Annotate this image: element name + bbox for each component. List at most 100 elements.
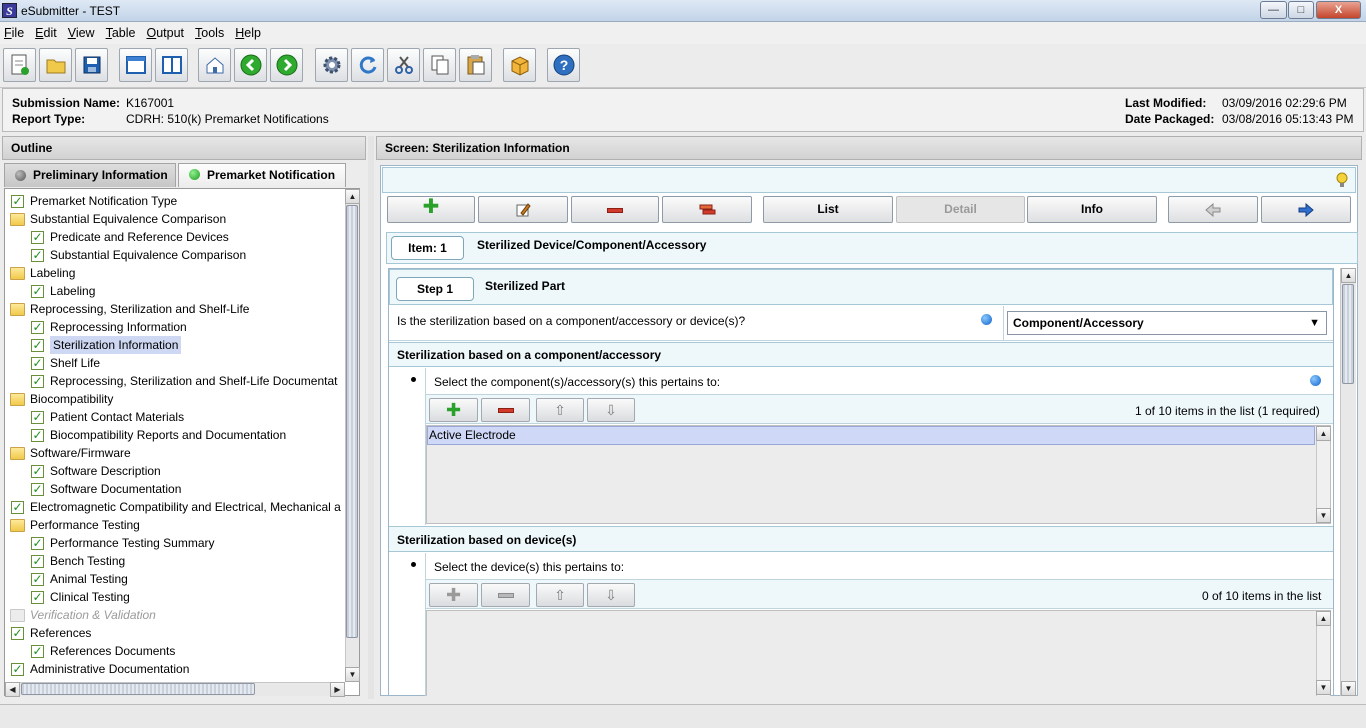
home-icon[interactable] [198,48,231,82]
scroll-up-arrow-icon[interactable]: ▲ [1316,426,1331,441]
scroll-right-arrow-icon[interactable]: ▶ [330,682,345,697]
tree-item[interactable]: ✓ Software Description [30,462,161,480]
move-down-button[interactable]: ⇩ [587,398,635,422]
package-box-icon[interactable] [503,48,536,82]
menu-output[interactable]: Output [146,26,184,40]
back-arrow-icon[interactable] [234,48,267,82]
delete-item-button[interactable] [571,196,659,223]
tree-item[interactable]: ✓ Administrative Documentation [10,660,189,678]
scroll-h-thumb[interactable] [21,683,255,695]
item-number-tag: Item: 1 [391,236,464,260]
maximize-button[interactable]: □ [1288,1,1314,19]
delete-all-button[interactable] [662,196,752,223]
detail-button[interactable]: Detail [896,196,1025,223]
window-icon[interactable] [119,48,152,82]
tree-item[interactable]: ✓ Clinical Testing [30,588,130,606]
tree-item-label: Administrative Documentation [30,662,190,676]
checkmark-icon: ✓ [31,355,44,370]
scroll-down-arrow-icon[interactable]: ▼ [1316,680,1331,695]
tree-item[interactable]: ✓ Animal Testing [30,570,128,588]
help-icon[interactable]: ? [547,48,580,82]
scroll-thumb[interactable] [1342,284,1354,384]
previous-button[interactable] [1168,196,1258,223]
menu-tools[interactable]: Tools [195,26,224,40]
menu-view[interactable]: View [68,26,95,40]
remove-component-button[interactable] [481,398,530,422]
tree-item[interactable]: ✓ References Documents [30,642,175,660]
tree-item[interactable]: ✓ Electromagnetic Compatibility and Elect… [10,498,341,516]
open-folder-icon[interactable] [39,48,72,82]
copy-icon[interactable] [423,48,456,82]
status-bar [0,704,1366,728]
device-list [426,610,1331,696]
scroll-thumb[interactable] [346,205,358,638]
scroll-down-arrow-icon[interactable]: ▼ [345,667,360,682]
tree-item[interactable]: ✓ Predicate and Reference Devices [30,228,229,246]
tree-item[interactable]: ✓ Substantial Equivalence Comparison [30,246,246,264]
refresh-icon[interactable] [351,48,384,82]
menu-file[interactable]: File [4,26,24,40]
tree-item[interactable]: ✓ Reprocessing Information [30,318,187,336]
tree-item-label: Premarket Notification Type [30,194,178,208]
date-packaged-label: Date Packaged: [1125,112,1215,126]
move-up-button[interactable]: ⇧ [536,398,584,422]
checkmark-icon: ✓ [31,337,44,352]
tree-item[interactable]: ✓ Reprocessing, Sterilization and Shelf-L… [30,372,337,390]
scroll-down-arrow-icon[interactable]: ▼ [1316,508,1331,523]
panel-splitter[interactable] [368,136,374,699]
add-item-button[interactable]: ✚ [387,196,475,223]
lightbulb-icon[interactable] [1335,171,1349,192]
tree-item[interactable]: ✓ Bench Testing [30,552,125,570]
list-button[interactable]: List [763,196,893,223]
tree-item[interactable]: ✓ References [10,624,91,642]
split-view-icon[interactable] [155,48,188,82]
folder-icon [10,608,25,622]
checkmark-icon: ✓ [31,463,44,478]
report-type-value: CDRH: 510(k) Premarket Notifications [126,112,329,126]
menu-edit[interactable]: Edit [35,26,57,40]
tree-item[interactable]: ✓ Premarket Notification Type [10,192,177,210]
cut-scissors-icon[interactable] [387,48,420,82]
settings-gear-icon[interactable] [315,48,348,82]
scroll-up-arrow-icon[interactable]: ▲ [1316,611,1331,626]
tree-item[interactable]: ✓ Patient Contact Materials [30,408,184,426]
tab-preliminary-information[interactable]: Preliminary Information [4,163,176,187]
scroll-left-arrow-icon[interactable]: ◀ [5,682,20,697]
info-button[interactable]: Info [1027,196,1157,223]
close-button[interactable]: X [1316,1,1361,19]
paste-clipboard-icon[interactable] [459,48,492,82]
tree-item[interactable]: Reprocessing, Sterilization and Shelf-Li… [10,300,249,318]
tree-item[interactable]: ✓ Labeling [30,282,95,300]
scroll-up-arrow-icon[interactable]: ▲ [345,189,360,204]
tree-item[interactable]: ✓ Performance Testing Summary [30,534,215,552]
question-dropdown[interactable]: Component/Accessory ▼ [1007,311,1327,335]
forward-arrow-icon[interactable] [270,48,303,82]
tree-item[interactable]: ✓ Sterilization Information [30,336,182,354]
remove-device-button[interactable] [481,583,530,607]
save-icon[interactable] [75,48,108,82]
move-up-button[interactable]: ⇧ [536,583,584,607]
tree-item[interactable]: ✓ Biocompatibility Reports and Documentat… [30,426,286,444]
date-packaged-value: 03/08/2016 05:13:43 PM [1222,112,1354,126]
tree-item[interactable]: Software/Firmware [10,444,131,462]
scroll-up-arrow-icon[interactable]: ▲ [1341,268,1356,283]
tab-premarket-notification[interactable]: Premarket Notification [178,163,346,187]
list-item[interactable]: Active Electrode [427,426,1315,445]
edit-item-button[interactable] [478,196,568,223]
next-button[interactable] [1261,196,1351,223]
tree-item[interactable]: Biocompatibility [10,390,113,408]
tree-item[interactable]: Substantial Equivalence Comparison [10,210,226,228]
tree-item[interactable]: ✓ Software Documentation [30,480,181,498]
tree-item[interactable]: Labeling [10,264,75,282]
add-device-button[interactable]: ✚ [429,583,478,607]
checkmark-icon: ✓ [31,283,44,298]
menu-help[interactable]: Help [235,26,261,40]
scroll-down-arrow-icon[interactable]: ▼ [1341,681,1356,696]
new-document-icon[interactable] [3,48,36,82]
menu-table[interactable]: Table [106,26,136,40]
tree-item[interactable]: ✓ Shelf Life [30,354,100,372]
minimize-button[interactable]: — [1260,1,1287,19]
add-component-button[interactable]: ✚ [429,398,478,422]
tree-item[interactable]: Performance Testing [10,516,140,534]
move-down-button[interactable]: ⇩ [587,583,635,607]
